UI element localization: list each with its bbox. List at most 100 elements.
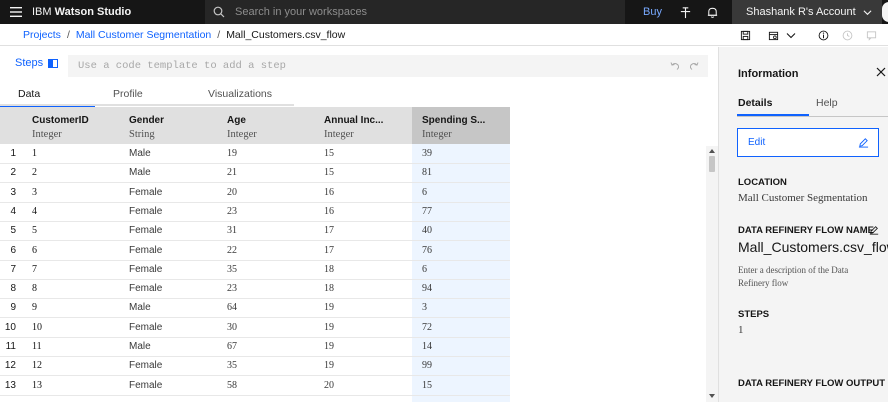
cell-customerid[interactable]: 8	[32, 280, 37, 299]
edit-button[interactable]: Edit	[737, 128, 879, 157]
cell-spending-score[interactable]: 3	[422, 299, 427, 318]
cell-spending-score[interactable]: 76	[422, 242, 432, 261]
comments-icon[interactable]	[864, 27, 878, 43]
column-header-age[interactable]: Age Integer	[217, 107, 314, 144]
save-icon[interactable]	[738, 27, 752, 43]
scroll-down-arrow[interactable]	[709, 394, 715, 398]
tab-data[interactable]: Data	[0, 86, 95, 108]
cell-gender[interactable]: Female	[129, 184, 162, 203]
cell-annual-income[interactable]: 15	[324, 145, 334, 164]
account-switcher[interactable]: Shashank R's Account	[732, 0, 882, 24]
cell-gender[interactable]: Female	[129, 280, 162, 299]
cell-gender[interactable]: Female	[129, 319, 162, 338]
cell-age[interactable]: 67	[227, 338, 237, 357]
table-row[interactable]: 7 7 Female 35 18 6	[0, 261, 510, 280]
column-header-customerid[interactable]: CustomerID Integer	[22, 107, 119, 144]
scrollbar-thumb[interactable]	[709, 156, 715, 172]
cell-annual-income[interactable]: 19	[324, 319, 334, 338]
cell-customerid[interactable]: 6	[32, 242, 37, 261]
cell-annual-income[interactable]: 19	[324, 357, 334, 376]
table-row[interactable]: 12 12 Female 35 19 99	[0, 357, 510, 377]
steps-toggle[interactable]: Steps	[15, 57, 59, 69]
tab-profile[interactable]: Profile	[95, 86, 190, 106]
cell-spending-score[interactable]: 14	[422, 338, 432, 357]
cell-gender[interactable]: Male	[129, 338, 151, 357]
cell-gender[interactable]: Male	[129, 164, 151, 183]
cell-gender[interactable]: Female	[129, 261, 162, 280]
table-row[interactable]: 13 13 Female 58 20 15	[0, 377, 510, 396]
info-icon[interactable]	[816, 27, 830, 43]
cell-annual-income[interactable]: 15	[324, 164, 334, 183]
menu-icon[interactable]	[0, 0, 32, 24]
cell-spending-score[interactable]: 72	[422, 319, 432, 338]
cell-gender[interactable]: Male	[129, 299, 151, 318]
cell-spending-score[interactable]: 15	[422, 377, 432, 396]
cell-customerid[interactable]: 4	[32, 203, 37, 222]
cell-age[interactable]: 19	[227, 145, 237, 164]
column-header-annual-income[interactable]: Annual Inc... Integer	[314, 107, 412, 144]
cell-customerid[interactable]: 9	[32, 299, 37, 318]
column-header-spending-score[interactable]: Spending S... Integer	[412, 107, 510, 144]
vertical-scrollbar[interactable]	[706, 146, 718, 402]
cell-customerid[interactable]: 13	[32, 377, 42, 396]
table-row[interactable]: 5 5 Female 31 17 40	[0, 222, 510, 242]
cell-age[interactable]: 22	[227, 242, 237, 261]
flow-description[interactable]: Enter a description of the Data Refinery…	[738, 264, 878, 290]
table-row[interactable]: 9 9 Male 64 19 3	[0, 299, 510, 319]
cell-gender[interactable]: Female	[129, 377, 162, 396]
cell-annual-income[interactable]: 16	[324, 203, 334, 222]
cell-spending-score[interactable]: 77	[422, 203, 432, 222]
undo-icon[interactable]	[669, 60, 681, 72]
tab-visualizations[interactable]: Visualizations	[190, 86, 294, 106]
column-header-gender[interactable]: Gender String	[119, 107, 217, 144]
cell-annual-income[interactable]: 17	[324, 222, 334, 241]
cell-annual-income[interactable]: 18	[324, 261, 334, 280]
cell-age[interactable]: 35	[227, 357, 237, 376]
cell-age[interactable]: 23	[227, 203, 237, 222]
cell-age[interactable]: 20	[227, 184, 237, 203]
notification-icon[interactable]	[700, 0, 724, 24]
cell-age[interactable]: 21	[227, 164, 237, 183]
cell-spending-score[interactable]: 40	[422, 222, 432, 241]
cell-age[interactable]: 58	[227, 377, 237, 396]
cell-age[interactable]: 64	[227, 299, 237, 318]
cell-spending-score[interactable]: 81	[422, 164, 432, 183]
table-row[interactable]: 4 4 Female 23 16 77	[0, 203, 510, 222]
cell-customerid[interactable]: 11	[32, 338, 42, 357]
cell-annual-income[interactable]: 19	[324, 299, 334, 318]
table-row[interactable]: 6 6 Female 22 17 76	[0, 242, 510, 261]
cell-spending-score[interactable]: 99	[422, 357, 432, 376]
cell-spending-score[interactable]: 94	[422, 280, 432, 299]
product-name[interactable]: IBM Watson Studio	[32, 6, 131, 18]
cell-annual-income[interactable]: 18	[324, 280, 334, 299]
table-row[interactable]: 11 11 Male 67 19 14	[0, 338, 510, 357]
cell-customerid[interactable]: 12	[32, 357, 42, 376]
cell-gender[interactable]: Male	[129, 145, 151, 164]
pin-icon[interactable]	[673, 0, 697, 24]
table-row[interactable]: 3 3 Female 20 16 6	[0, 184, 510, 203]
search-input[interactable]	[235, 6, 595, 18]
tab-details[interactable]: Details	[738, 97, 772, 109]
cell-age[interactable]: 31	[227, 222, 237, 241]
tab-help[interactable]: Help	[816, 97, 838, 109]
chevron-down-icon[interactable]	[786, 27, 796, 43]
cell-customerid[interactable]: 10	[32, 319, 42, 338]
cell-age[interactable]: 23	[227, 280, 237, 299]
cell-gender[interactable]: Female	[129, 357, 162, 376]
cell-age[interactable]: 35	[227, 261, 237, 280]
close-icon[interactable]	[875, 66, 888, 80]
cell-annual-income[interactable]: 16	[324, 184, 334, 203]
cell-annual-income[interactable]: 19	[324, 338, 334, 357]
cell-spending-score[interactable]: 6	[422, 261, 427, 280]
cell-spending-score[interactable]: 39	[422, 145, 432, 164]
breadcrumb-project[interactable]: Mall Customer Segmentation	[76, 29, 211, 41]
table-row[interactable]: 8 8 Female 23 18 94	[0, 280, 510, 300]
cell-gender[interactable]: Female	[129, 203, 162, 222]
cell-annual-income[interactable]: 20	[324, 377, 334, 396]
cell-customerid[interactable]: 2	[32, 164, 37, 183]
edit-icon[interactable]	[869, 224, 880, 235]
breadcrumb-projects[interactable]: Projects	[23, 29, 61, 41]
table-row[interactable]: 1 1 Male 19 15 39	[0, 145, 510, 164]
cell-annual-income[interactable]: 17	[324, 242, 334, 261]
cell-spending-score[interactable]: 6	[422, 184, 427, 203]
